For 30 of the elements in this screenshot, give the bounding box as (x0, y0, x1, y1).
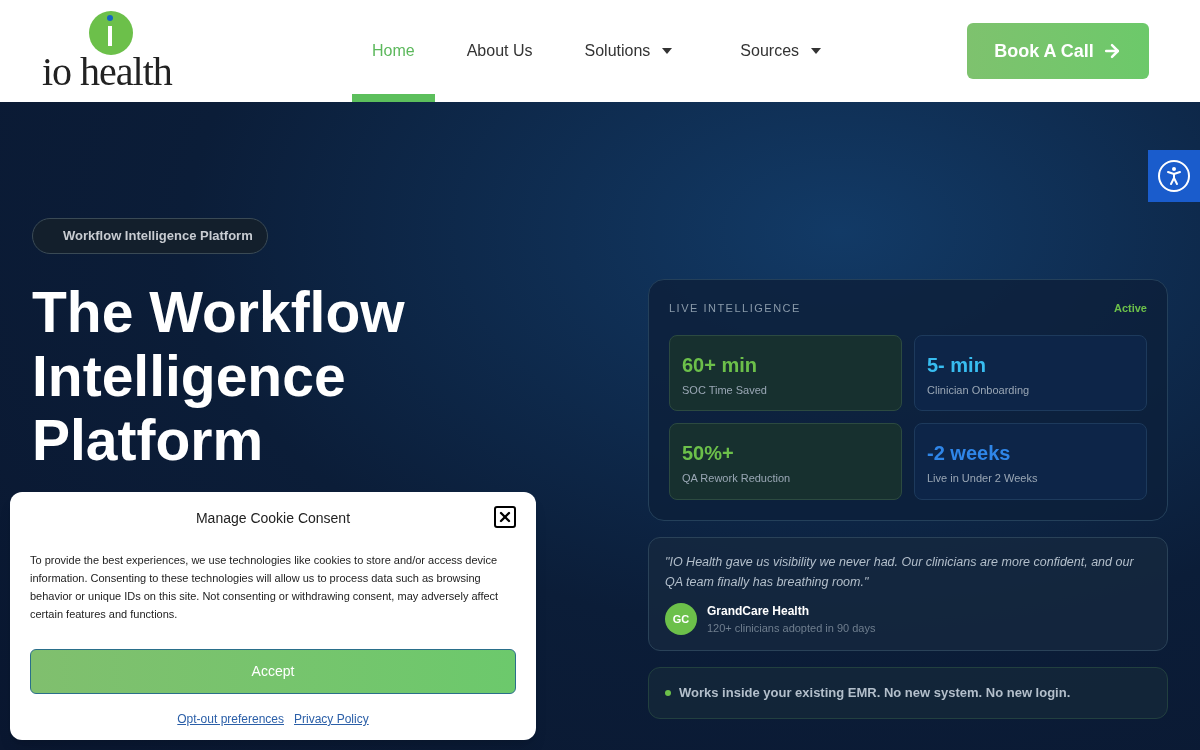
panel-title: LIVE INTELLIGENCE (669, 301, 801, 316)
metric-label: Live in Under 2 Weeks (927, 471, 1039, 486)
close-icon (497, 509, 513, 525)
bullet-icon (665, 689, 671, 696)
category-badge: Workflow Intelligence Platform (32, 218, 268, 254)
dialog-link[interactable]: Opt-out preferences (177, 710, 284, 728)
metric-value: 50%+ (682, 441, 735, 466)
metric-value: 60+ min (682, 352, 759, 378)
org-detail: 120+ clinicians adopted in 90 days (707, 620, 876, 636)
metric-label: QA Rework Reduction (682, 471, 792, 486)
accessibility-button[interactable] (1148, 150, 1200, 202)
close-button[interactable] (494, 506, 516, 528)
dialog-link[interactable]: Privacy Policy (294, 710, 369, 728)
nav-link[interactable]: Solutions (564, 0, 693, 102)
dialog-title: Manage Cookie Consent (195, 509, 351, 528)
logo-icon (88, 10, 134, 56)
status-label: Active (1113, 301, 1147, 316)
avatar-initials: GC (665, 602, 697, 635)
metric-value: -2 weeks (927, 441, 1012, 466)
metric-label: Clinician Onboarding (927, 382, 1031, 398)
metric-value: 5- min (927, 352, 987, 378)
metric-label: SOC Time Saved (682, 382, 768, 398)
nav-link[interactable]: Sources (720, 0, 842, 102)
nav-link[interactable]: About Us (446, 0, 553, 102)
note-text: Works inside your existing EMR. No new system. No new login. (679, 684, 1071, 702)
hero-headline: The Workflow Intelligence Platform (32, 279, 406, 472)
org-name: GrandCare Health (707, 602, 811, 620)
testimonial-quote: "IO Health gave us visibility we never had. Our clinicians are more confident, and our QA team finally has breathing room." (665, 553, 1135, 591)
dialog-body: To provide the best experiences, we use technologies like cookies to store and/or access device information. Consenting to these technologies will allow us to process data such as browsing behavior or unique IDs on this site. Not consenting or withdrawing consent, may adversely affect certain features and functions. (30, 553, 500, 622)
logo-wordmark: io health (42, 52, 172, 92)
